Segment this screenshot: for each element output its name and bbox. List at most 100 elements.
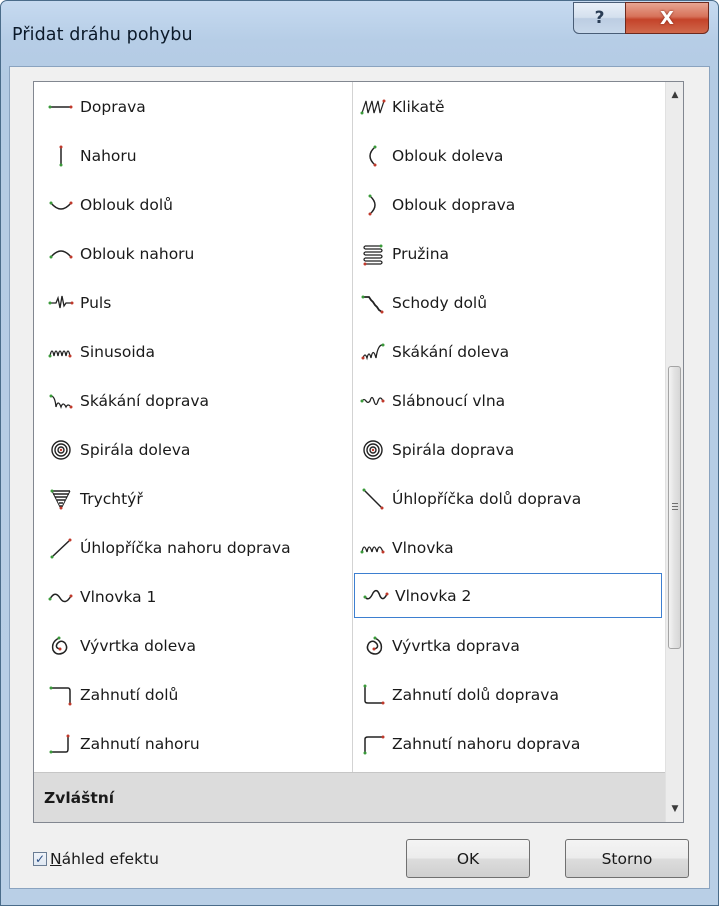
close-icon: X: [660, 7, 674, 29]
list-item[interactable]: Úhlopříčka nahoru doprava: [34, 525, 350, 570]
list-item[interactable]: Schody dolů: [352, 280, 668, 325]
cancel-button[interactable]: Storno: [565, 839, 689, 878]
list-item-label: Zahnutí dolů doprava: [392, 685, 559, 704]
wave-2-icon: [361, 584, 391, 608]
list-item[interactable]: Slábnoucí vlna: [352, 378, 668, 423]
motion-path-dialog: Přidat dráhu pohybu ? X Doprava Nahoru Obl…: [0, 0, 719, 906]
list-item-label: Úhlopříčka nahoru doprava: [80, 538, 291, 557]
arc-left-icon: [358, 144, 388, 168]
left-column: Doprava Nahoru Oblouk dolů Oblouk nahoru Pul…: [34, 82, 350, 772]
bounce-right-icon: [46, 389, 76, 413]
list-item-label: Skákání doprava: [80, 391, 210, 410]
line-up-icon: [46, 144, 76, 168]
help-button[interactable]: ?: [573, 2, 626, 34]
list-item[interactable]: Sinusoida: [34, 329, 350, 374]
list-item-label: Vlnovka 2: [395, 586, 472, 605]
stairs-down-icon: [358, 291, 388, 315]
list-item-label: Sinusoida: [80, 342, 155, 361]
list-item[interactable]: Oblouk doleva: [352, 133, 668, 178]
pulse-icon: [46, 291, 76, 315]
list-item-label: Vlnovka 1: [80, 587, 157, 606]
list-item-label: Úhlopříčka dolů doprava: [392, 489, 582, 508]
list-item[interactable]: Zahnutí dolů: [34, 672, 350, 717]
list-item[interactable]: Puls: [34, 280, 350, 325]
turn-up-right-icon: [358, 732, 388, 756]
list-item-label: Puls: [80, 293, 112, 312]
motion-path-list[interactable]: Doprava Nahoru Oblouk dolů Oblouk nahoru Pul…: [33, 81, 684, 823]
list-item[interactable]: Doprava: [34, 84, 350, 129]
list-item-label: Zahnutí nahoru: [80, 734, 200, 753]
list-item[interactable]: Spirála doprava: [352, 427, 668, 472]
spiral-left-icon: [46, 438, 76, 462]
list-item-label: Trychtýř: [80, 489, 143, 508]
close-button[interactable]: X: [625, 2, 709, 34]
list-item-label: Schody dolů: [392, 293, 488, 312]
list-item[interactable]: Zahnutí nahoru: [34, 721, 350, 766]
sine-loop-icon: [46, 340, 76, 364]
arc-right-icon: [358, 193, 388, 217]
list-item-label: Oblouk doprava: [392, 195, 516, 214]
grip-icon: [672, 503, 678, 504]
list-item[interactable]: Vlnovka: [352, 525, 668, 570]
preview-effect-label: Náhled efektu: [50, 850, 159, 868]
list-item[interactable]: Vlnovka 1: [34, 574, 350, 619]
list-item-label: Klikatě: [392, 97, 445, 116]
help-icon: ?: [594, 8, 605, 28]
list-item-label: Doprava: [80, 97, 146, 116]
list-item[interactable]: Oblouk dolů: [34, 182, 350, 227]
list-item[interactable]: Skákání doleva: [352, 329, 668, 374]
list-item-label: Vývrtka doleva: [80, 636, 196, 655]
funnel-icon: [46, 487, 76, 511]
list-item-label: Slábnoucí vlna: [392, 391, 506, 410]
decaying-wave-icon: [358, 389, 388, 413]
list-item-label: Vlnovka: [392, 538, 454, 557]
dialog-body: Doprava Nahoru Oblouk dolů Oblouk nahoru Pul…: [9, 66, 710, 889]
list-item[interactable]: Nahoru: [34, 133, 350, 178]
checkmark-icon: ✓: [34, 852, 46, 866]
turn-up-icon: [46, 732, 76, 756]
checkbox[interactable]: ✓: [33, 852, 47, 866]
turn-down-right-icon: [358, 683, 388, 707]
section-header-special[interactable]: Zvláštní: [34, 772, 665, 822]
list-item-label: Oblouk doleva: [392, 146, 504, 165]
list-item[interactable]: Oblouk doprava: [352, 182, 668, 227]
scroll-down-arrow[interactable]: ▼: [666, 800, 683, 818]
wavy-icon: [358, 536, 388, 560]
list-item[interactable]: Zahnutí dolů doprava: [352, 672, 668, 717]
spring-icon: [358, 242, 388, 266]
list-item[interactable]: Vlnovka 2: [354, 573, 662, 618]
list-item[interactable]: Zahnutí nahoru doprava: [352, 721, 668, 766]
list-item-label: Skákání doleva: [392, 342, 510, 361]
diagonal-up-right-icon: [46, 536, 76, 560]
list-item-label: Oblouk dolů: [80, 195, 174, 214]
right-column: Klikatě Oblouk doleva Oblouk doprava Pružin…: [352, 82, 668, 772]
preview-effect-checkbox[interactable]: ✓ Náhled efektu: [33, 850, 159, 868]
list-item[interactable]: Spirála doleva: [34, 427, 350, 472]
turn-down-icon: [46, 683, 76, 707]
list-item-label: Spirála doleva: [80, 440, 191, 459]
list-item[interactable]: Úhlopříčka dolů doprava: [352, 476, 668, 521]
list-item-label: Oblouk nahoru: [80, 244, 195, 263]
ok-button[interactable]: OK: [406, 839, 530, 878]
arc-down-icon: [46, 193, 76, 217]
bounce-left-icon: [358, 340, 388, 364]
list-item-label: Zahnutí nahoru doprava: [392, 734, 581, 753]
vertical-scrollbar[interactable]: ▲ ▼: [665, 82, 683, 822]
list-item[interactable]: Skákání doprava: [34, 378, 350, 423]
spiral-right-icon: [358, 438, 388, 462]
zigzag-icon: [358, 95, 388, 119]
list-item[interactable]: Vývrtka doprava: [352, 623, 668, 668]
list-item-label: Zahnutí dolů: [80, 685, 179, 704]
line-right-icon: [46, 95, 76, 119]
scroll-thumb[interactable]: [668, 366, 681, 649]
diagonal-down-right-icon: [358, 487, 388, 511]
list-item[interactable]: Klikatě: [352, 84, 668, 129]
list-item-label: Nahoru: [80, 146, 137, 165]
list-item[interactable]: Pružina: [352, 231, 668, 276]
list-item[interactable]: Vývrtka doleva: [34, 623, 350, 668]
list-item-label: Vývrtka doprava: [392, 636, 520, 655]
scroll-up-arrow[interactable]: ▲: [666, 86, 683, 104]
list-item[interactable]: Trychtýř: [34, 476, 350, 521]
list-item[interactable]: Oblouk nahoru: [34, 231, 350, 276]
arc-up-icon: [46, 242, 76, 266]
